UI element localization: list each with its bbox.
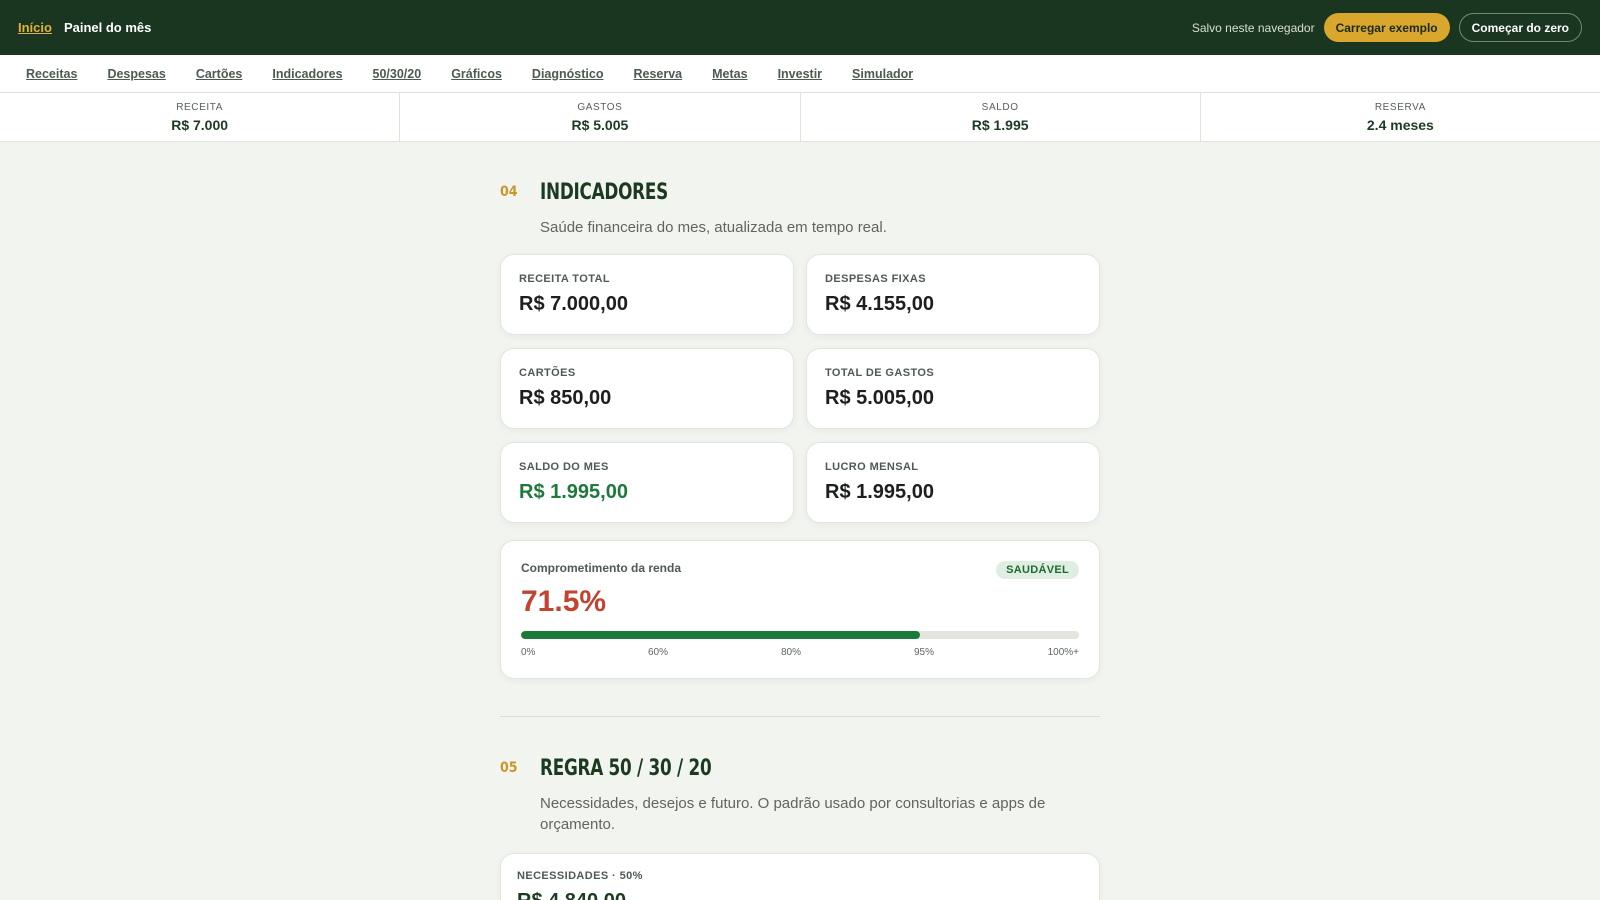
nav-link-cartoes[interactable]: Cartões: [196, 67, 243, 81]
stat-value: R$ 5.005: [571, 116, 629, 133]
commitment-progress-fill: [521, 631, 920, 639]
stat-reserva: RESERVA 2.4 meses: [1201, 93, 1600, 141]
nav-link-indicadores[interactable]: Indicadores: [272, 67, 342, 81]
card-value: R$ 4.155,00: [825, 293, 934, 315]
scale-tick: 0%: [521, 647, 536, 658]
summary-stats: RECEITA R$ 7.000 GASTOS R$ 5.005 SALDO R…: [0, 93, 1600, 142]
section-number: 04: [500, 184, 518, 200]
page-title: Painel do mês: [63, 20, 152, 35]
stat-label: RESERVA: [1374, 101, 1426, 113]
stat-label: SALDO: [981, 101, 1019, 113]
stat-value: 2.4 meses: [1366, 116, 1434, 133]
section-subtitle: Saúde financeira do mes, atualizada em t…: [540, 219, 887, 236]
card-label: DESPESAS FIXAS: [825, 273, 926, 285]
card-value: R$ 850,00: [519, 387, 612, 409]
income-commitment-card: Comprometimento da renda SAUDÁVEL 71.5% …: [500, 540, 1100, 679]
section-nav: Receitas Despesas Cartões Indicadores 50…: [0, 55, 1600, 93]
home-link[interactable]: Início: [18, 20, 52, 35]
nav-link-reserva[interactable]: Reserva: [633, 67, 682, 81]
scale-tick: 80%: [781, 647, 802, 658]
stat-label: GASTOS: [577, 101, 623, 113]
commitment-progress-bar: [521, 631, 1079, 639]
status-badge: SAUDÁVEL: [996, 561, 1079, 579]
section-title: INDICADORES: [540, 180, 668, 205]
nav-link-graficos[interactable]: Gráficos: [451, 67, 502, 81]
saved-status: Salvo neste navegador: [1191, 20, 1315, 35]
scale-tick: 100%+: [1047, 647, 1079, 658]
card-saldo-mes: SALDO DO MES R$ 1.995,00: [500, 442, 794, 523]
card-value: R$ 5.005,00: [825, 387, 934, 409]
stat-value: R$ 7.000: [171, 116, 229, 133]
stat-value: R$ 1.995: [971, 116, 1029, 133]
start-over-button[interactable]: Começar do zero: [1458, 13, 1582, 42]
nav-link-investir[interactable]: Investir: [778, 67, 822, 81]
section-number: 05: [500, 760, 518, 776]
card-label: NECESSIDADES · 50%: [517, 870, 643, 882]
card-receita-total: RECEITA TOTAL R$ 7.000,00: [500, 254, 794, 335]
nav-link-metas[interactable]: Metas: [712, 67, 747, 81]
card-necessidades: NECESSIDADES · 50% R$ 4.840,00: [500, 853, 1100, 900]
card-total-gastos: TOTAL DE GASTOS R$ 5.005,00: [806, 348, 1100, 429]
stat-gastos: GASTOS R$ 5.005: [400, 93, 801, 141]
commitment-title: Comprometimento da renda: [521, 561, 682, 575]
load-example-button[interactable]: Carregar exemplo: [1323, 13, 1450, 42]
scale-tick: 95%: [914, 647, 935, 658]
card-label: SALDO DO MES: [519, 461, 609, 473]
card-label: CARTÕES: [519, 367, 576, 379]
section-subtitle: Necessidades, desejos e futuro. O padrão…: [540, 795, 1046, 833]
commitment-value: 71.5%: [521, 585, 607, 618]
nav-link-receitas[interactable]: Receitas: [26, 67, 77, 81]
stat-saldo: SALDO R$ 1.995: [801, 93, 1201, 141]
section-title: REGRA 50 / 30 / 20: [540, 756, 712, 781]
stat-label: RECEITA: [176, 101, 224, 113]
card-value: R$ 1.995,00: [825, 481, 934, 503]
card-value: R$ 4.840,00: [517, 890, 626, 900]
card-value: R$ 7.000,00: [519, 293, 628, 315]
nav-link-50-30-20[interactable]: 50/30/20: [373, 67, 422, 81]
card-lucro-mensal: LUCRO MENSAL R$ 1.995,00: [806, 442, 1100, 523]
stat-receita: RECEITA R$ 7.000: [0, 93, 401, 141]
top-bar: Início Painel do mês Salvo neste navegad…: [0, 0, 1600, 55]
card-label: TOTAL DE GASTOS: [825, 367, 935, 379]
top-bar-actions: Salvo neste navegador Carregar exemplo C…: [1192, 13, 1582, 42]
card-despesas-fixas: DESPESAS FIXAS R$ 4.155,00: [806, 254, 1100, 335]
section-divider: [500, 716, 1100, 717]
card-cartoes: CARTÕES R$ 850,00: [500, 348, 794, 429]
nav-link-simulador[interactable]: Simulador: [852, 67, 913, 81]
scale-tick: 60%: [648, 647, 669, 658]
card-label: RECEITA TOTAL: [519, 273, 610, 285]
card-value: R$ 1.995,00: [519, 481, 628, 503]
nav-link-despesas[interactable]: Despesas: [107, 67, 165, 81]
nav-link-diagnostico[interactable]: Diagnóstico: [532, 67, 604, 81]
card-label: LUCRO MENSAL: [825, 461, 919, 473]
